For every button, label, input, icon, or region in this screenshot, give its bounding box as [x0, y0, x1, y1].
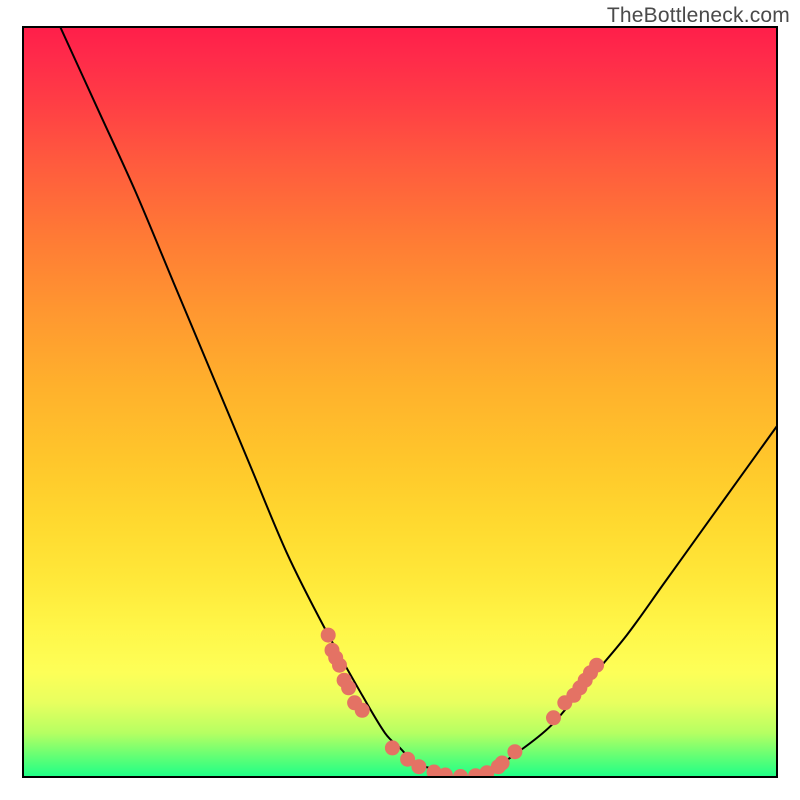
plot-area	[22, 26, 778, 778]
highlight-marker	[341, 680, 356, 695]
highlight-marker	[546, 710, 561, 725]
highlight-marker	[411, 759, 426, 774]
highlight-marker	[495, 756, 510, 771]
highlight-marker	[321, 628, 336, 643]
marker-group	[321, 628, 604, 778]
highlight-marker	[385, 740, 400, 755]
highlight-marker	[332, 658, 347, 673]
chart-stage: TheBottleneck.com	[0, 0, 800, 800]
highlight-marker	[355, 703, 370, 718]
chart-svg	[22, 26, 778, 778]
watermark-text: TheBottleneck.com	[607, 4, 790, 28]
highlight-marker	[589, 658, 604, 673]
highlight-marker	[507, 744, 522, 759]
bottleneck-curve	[60, 26, 778, 778]
highlight-marker	[453, 769, 468, 778]
